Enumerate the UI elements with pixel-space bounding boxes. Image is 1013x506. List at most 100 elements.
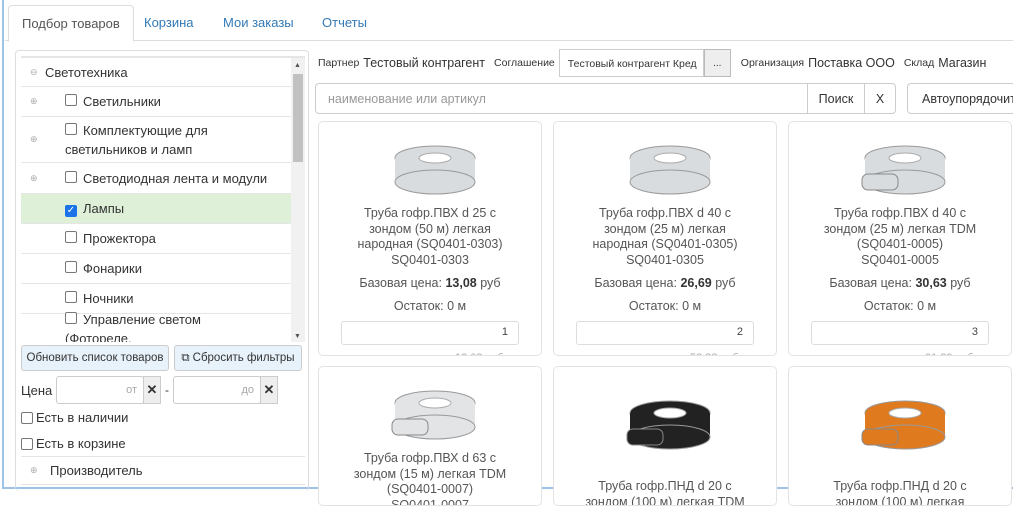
product-sku: SQ0401-0005 [789, 253, 1011, 268]
product-card[interactable]: Труба гофр.ПНД d 20 с зондом (100 м) лег… [788, 366, 1012, 506]
product-price: Базовая цена: 26,69 руб [554, 276, 776, 290]
tree-item-label: Управление светом (Фотореле, [65, 312, 201, 343]
product-image [380, 130, 480, 200]
tree-item-label: Фонарики [83, 261, 142, 276]
quantity-input[interactable]: 2 [576, 321, 754, 345]
ordered-sum: заказано на сумму 53,38 руб [554, 352, 776, 357]
tree-item-label: Прожектора [83, 231, 156, 246]
category-checkbox[interactable] [65, 231, 77, 243]
filter-panel: ⊖ Светотехника ⊕ Светильники ⊕ Комплектующие… [15, 50, 309, 491]
order-header: Партнер Тестовый контрагент Соглашение Т… [318, 48, 1013, 78]
category-checkbox[interactable] [65, 312, 77, 324]
tree-root[interactable]: ⊖ Светотехника [21, 58, 291, 87]
tree-item[interactable]: ✓ Лампы [21, 194, 291, 224]
category-checkbox[interactable] [65, 291, 77, 303]
tree-item-label: Комплектующие для светильников и ламп [65, 123, 208, 157]
product-sku: SQ0401-0303 [319, 253, 541, 268]
tree-item[interactable]: ⊕ Светильники [21, 87, 291, 117]
reset-filters-button[interactable]: ⧉ Сбросить фильтры [174, 345, 302, 371]
price-label: Базовая цена: [594, 276, 677, 290]
category-checkbox[interactable] [65, 171, 77, 183]
tree-item[interactable]: ⊕ Комплектующие для светильников и ламп [21, 117, 291, 163]
org-value: Поставка ООО [808, 56, 895, 70]
category-checkbox[interactable] [65, 261, 77, 273]
product-card[interactable]: Труба гофр.ПВХ d 63 с зондом (15 м) легк… [318, 366, 542, 506]
product-price: Базовая цена: 30,63 руб [789, 276, 1011, 290]
product-card[interactable]: Труба гофр.ПНД d 20 с зондом (100 м) лег… [553, 366, 777, 506]
clear-search-button[interactable]: X [864, 83, 896, 114]
expand-icon[interactable]: ⊕ [30, 96, 38, 107]
product-image [615, 130, 715, 200]
product-stock: Остаток: 0 м [554, 299, 776, 313]
tree-item[interactable]: ⊕ Светодиодная лента и модули [21, 163, 291, 194]
product-name[interactable]: Труба гофр.ПВХ d 40 с зондом (25 м) легк… [789, 206, 1011, 253]
tree-item-label: Светильники [83, 94, 161, 109]
in-stock-checkbox[interactable]: Есть в наличии [21, 410, 128, 425]
currency: руб [715, 276, 735, 290]
org-label: Организация [741, 57, 804, 69]
price-dash: - [165, 383, 169, 397]
product-name[interactable]: Труба гофр.ПНД d 20 с зондом (100 м) лег… [554, 479, 776, 506]
product-name[interactable]: Труба гофр.ПВХ d 25 с зондом (50 м) легк… [319, 206, 541, 253]
agreement-field[interactable]: Тестовый контрагент Кред [559, 49, 704, 77]
manufacturer-label: Производитель [50, 463, 143, 478]
product-image [850, 385, 950, 455]
ordered-sum: заказано на сумму 13,08 руб [319, 352, 541, 357]
search-input[interactable]: наименование или артикул [315, 83, 808, 114]
product-name[interactable]: Труба гофр.ПНД d 20 с зондом (100 м) лег… [789, 479, 1011, 506]
tree-item-label: Светодиодная лента и модули [83, 171, 267, 186]
in-cart-checkbox[interactable]: Есть в корзине [21, 436, 126, 451]
category-checkbox[interactable] [65, 123, 77, 135]
price-label: Цена [21, 383, 52, 398]
clear-price-to-button[interactable]: ✕ [260, 376, 278, 404]
tree-root-label: Светотехника [45, 65, 128, 80]
tab-cart[interactable]: Корзина [144, 5, 194, 41]
tab-bar: Подбор товаров Корзина Мои заказы Отчеты [5, 5, 1013, 41]
warehouse-label: Склад [904, 57, 934, 69]
tab-my-orders[interactable]: Мои заказы [223, 5, 294, 41]
product-name[interactable]: Труба гофр.ПВХ d 40 с зондом (25 м) легк… [554, 206, 776, 253]
expand-icon[interactable]: ⊕ [30, 465, 38, 476]
search-button[interactable]: Поиск [807, 83, 865, 114]
copy-icon: ⧉ [181, 352, 189, 365]
warehouse-value: Магазин [938, 56, 986, 70]
auto-order-button[interactable]: Автоупорядочить [907, 83, 1013, 114]
tree-item[interactable]: Фонарики [21, 254, 291, 284]
product-image [615, 385, 715, 455]
product-card[interactable]: Труба гофр.ПВХ d 40 с зондом (25 м) легк… [788, 121, 1012, 356]
collapse-icon[interactable]: ⊖ [30, 67, 38, 78]
refresh-products-button[interactable]: Обновить список товаров [21, 345, 169, 371]
expand-icon[interactable]: ⊕ [30, 173, 38, 184]
scroll-thumb[interactable] [293, 74, 303, 162]
product-sku: SQ0401-0007 [319, 498, 541, 506]
scrollbar[interactable]: ▲▼ [291, 58, 305, 342]
tree-item[interactable]: Прожектора [21, 224, 291, 254]
clear-price-from-button[interactable]: ✕ [143, 376, 161, 404]
tree-item[interactable]: Управление светом (Фотореле, [21, 314, 291, 342]
partner-label: Партнер [318, 57, 359, 69]
price-value: 26,69 [680, 276, 711, 290]
expand-icon[interactable]: ⊕ [30, 134, 38, 145]
scroll-down-icon[interactable]: ▼ [294, 333, 301, 340]
reset-filters-label: Сбросить фильтры [193, 352, 295, 364]
category-checkbox[interactable]: ✓ [65, 205, 77, 217]
tab-reports[interactable]: Отчеты [322, 5, 367, 41]
product-stock: Остаток: 0 м [789, 299, 1011, 313]
quantity-input[interactable]: 3 [811, 321, 989, 345]
price-from-input[interactable]: от [56, 376, 144, 404]
agreement-label: Соглашение [494, 57, 555, 69]
price-label: Базовая цена: [829, 276, 912, 290]
product-card[interactable]: Труба гофр.ПВХ d 40 с зондом (25 м) легк… [553, 121, 777, 356]
tab-product-selection[interactable]: Подбор товаров [8, 5, 134, 42]
price-to-input[interactable]: до [173, 376, 261, 404]
quantity-input[interactable]: 1 [341, 321, 519, 345]
agreement-select-button[interactable]: ... [704, 49, 731, 77]
currency: руб [950, 276, 970, 290]
category-checkbox[interactable] [65, 94, 77, 106]
manufacturer-filter[interactable]: ⊕ Производитель [21, 456, 305, 485]
tree-item-label: Лампы [83, 201, 124, 216]
product-image [380, 375, 480, 445]
product-card[interactable]: Труба гофр.ПВХ d 25 с зондом (50 м) легк… [318, 121, 542, 356]
price-value: 13,08 [445, 276, 476, 290]
scroll-up-icon[interactable]: ▲ [294, 62, 301, 69]
